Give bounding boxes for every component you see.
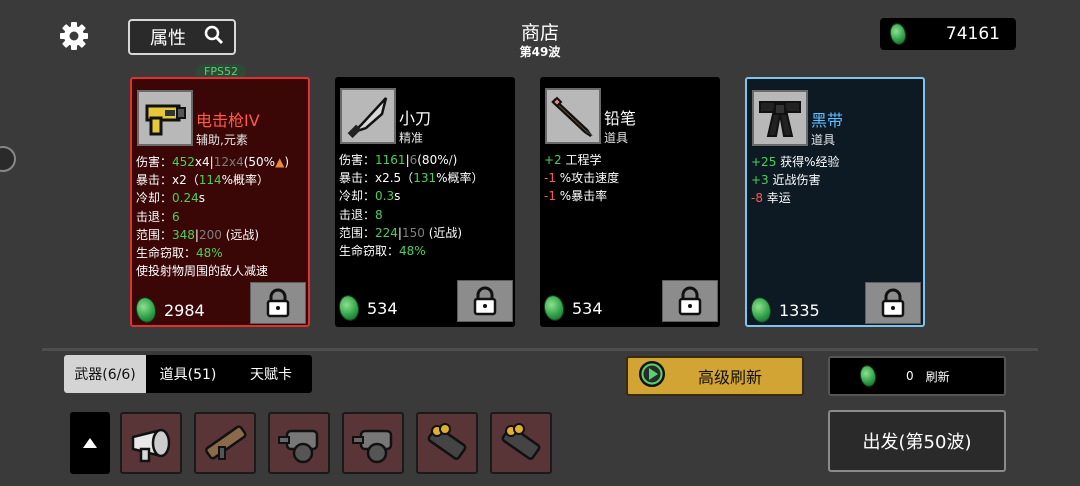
padlock-icon: [473, 286, 497, 316]
wave-label: 第49波: [519, 45, 561, 59]
stat-line: 范围：348|200 (远战): [136, 227, 260, 242]
tab-weapons[interactable]: 武器(6/6): [64, 355, 146, 393]
card-tag: 道具: [811, 133, 836, 147]
card-name: 小刀: [399, 109, 432, 128]
inventory-slot-grenade-launcher[interactable]: [416, 412, 478, 474]
card-tag: 辅助,元素: [196, 133, 248, 147]
card-stats: 伤害：1161|6(80%/) 暴击：x2.5（131%概率） 冷却：0.3s …: [339, 151, 484, 260]
card-price: 1335: [748, 295, 820, 325]
money-amount: 74161: [945, 24, 1000, 44]
refresh-cost: 0: [906, 369, 914, 383]
expand-up-button[interactable]: [70, 412, 110, 474]
shop-card-pencil[interactable]: 铅笔 道具 +2 工程学 -1 %攻击速度 -1 %暴击率 534: [540, 77, 720, 327]
inventory-tabs: 武器(6/6) 道具(51) 天赋卡: [64, 355, 312, 393]
price-value: 1335: [779, 300, 820, 320]
stat-line: -8 幸运: [751, 191, 791, 206]
stat-line: 生命窃取：48%: [339, 244, 426, 259]
black-belt-icon: [752, 90, 808, 146]
inventory-slot-grenade-launcher[interactable]: [490, 412, 552, 474]
padlock-icon: [266, 288, 290, 318]
knife-icon: [340, 88, 396, 144]
padlock-icon: [881, 288, 905, 318]
price-value: 534: [367, 298, 398, 318]
tab-talent-cards[interactable]: 天赋卡: [230, 355, 312, 393]
settings-gear-icon[interactable]: [58, 20, 90, 52]
shop-card-electric-gun[interactable]: 电击枪IV 辅助,元素 伤害：452x4|12x4(50%▲) 暴击：x2（11…: [130, 77, 310, 327]
stat-line: 冷却：0.24s: [136, 191, 205, 206]
rocket-launcher-icon: [205, 425, 247, 460]
refresh-label: 刷新: [925, 369, 950, 384]
coin-icon: [336, 293, 362, 323]
stat-line: +25 获得%经验: [751, 155, 840, 169]
price-value: 2984: [164, 300, 205, 320]
lock-button[interactable]: [865, 282, 921, 324]
advanced-refresh-label: 高级刷新: [698, 368, 763, 387]
coin-icon: [541, 293, 567, 323]
coin-icon: [748, 295, 774, 325]
stat-line: 击退：6: [136, 209, 180, 224]
stat-line: 使投射物周围的敌人减速: [136, 264, 269, 279]
money-display: 74161: [880, 18, 1016, 50]
inventory-slot-minigun[interactable]: [268, 412, 330, 474]
divider: [42, 348, 1038, 351]
lock-button[interactable]: [250, 282, 306, 324]
coin-icon: [133, 295, 159, 325]
stat-line: -1 %攻击速度: [544, 171, 620, 186]
coin-icon: [857, 363, 879, 389]
refresh-button[interactable]: 0 刷新: [828, 356, 1006, 396]
card-tag: 道具: [604, 131, 629, 145]
side-handle[interactable]: [0, 146, 16, 172]
card-tag: 精准: [399, 131, 424, 145]
stat-line: 范围：224|150 (近战): [339, 225, 463, 240]
card-stats: +2 工程学 -1 %攻击速度 -1 %暴击率: [544, 151, 619, 206]
card-name: 黑带: [811, 111, 844, 130]
inventory-slot-rocket-launcher[interactable]: [194, 412, 256, 474]
attribute-search-button[interactable]: 属性: [128, 19, 236, 55]
search-icon: [204, 25, 224, 50]
triangle-up-icon: [83, 438, 97, 448]
play-icon: [638, 360, 666, 392]
shop-card-knife[interactable]: 小刀 精准 伤害：1161|6(80%/) 暴击：x2.5（131%概率） 冷却…: [335, 77, 515, 327]
padlock-icon: [678, 286, 702, 316]
stat-line: 冷却：0.3s: [339, 189, 401, 204]
inventory-slot-electric-gun[interactable]: [120, 412, 182, 474]
minigun-icon: [278, 429, 319, 464]
depart-button[interactable]: 出发(第50波): [828, 410, 1006, 472]
electric-gun-icon: [131, 428, 171, 463]
stat-line: 暴击：x2（114%概率）: [136, 173, 270, 188]
card-price: 534: [541, 293, 603, 323]
card-stats: 伤害：452x4|12x4(50%▲) 暴击：x2（114%概率） 冷却：0.2…: [136, 153, 289, 280]
stat-line: 伤害：452x4|12x4(50%▲): [136, 155, 289, 169]
shop-title: 商店: [520, 22, 559, 44]
grenade-launcher-icon: [501, 423, 541, 460]
lock-button[interactable]: [457, 280, 513, 322]
card-name: 电击枪IV: [196, 111, 260, 130]
card-stats: +25 获得%经验 +3 近战伤害 -8 幸运: [751, 153, 840, 208]
attribute-label: 属性: [150, 28, 186, 49]
stat-line: 击退：8: [339, 207, 383, 222]
stat-line: 暴击：x2.5（131%概率）: [339, 171, 484, 186]
pencil-icon: [545, 88, 601, 144]
tab-items[interactable]: 道具(51): [146, 355, 230, 393]
coin-icon: [887, 21, 909, 47]
card-price: 534: [336, 293, 398, 323]
stat-line: 伤害：1161|6(80%/): [339, 153, 458, 167]
advanced-refresh-button[interactable]: 高级刷新: [626, 356, 804, 396]
inventory-slot-minigun[interactable]: [342, 412, 404, 474]
stat-line: 生命窃取：48%: [136, 246, 223, 261]
stat-line: +3 近战伤害: [751, 173, 821, 188]
minigun-icon: [352, 429, 393, 464]
price-value: 534: [572, 298, 603, 318]
lock-button[interactable]: [662, 280, 718, 322]
card-name: 铅笔: [604, 109, 637, 128]
electric-gun-icon: [137, 90, 193, 146]
stat-line: -1 %暴击率: [544, 189, 608, 204]
card-price: 2984: [133, 295, 205, 325]
stat-line: +2 工程学: [544, 153, 602, 167]
grenade-launcher-icon: [427, 423, 467, 460]
shop-card-black-belt[interactable]: 黑带 道具 +25 获得%经验 +3 近战伤害 -8 幸运 1335: [745, 77, 925, 327]
